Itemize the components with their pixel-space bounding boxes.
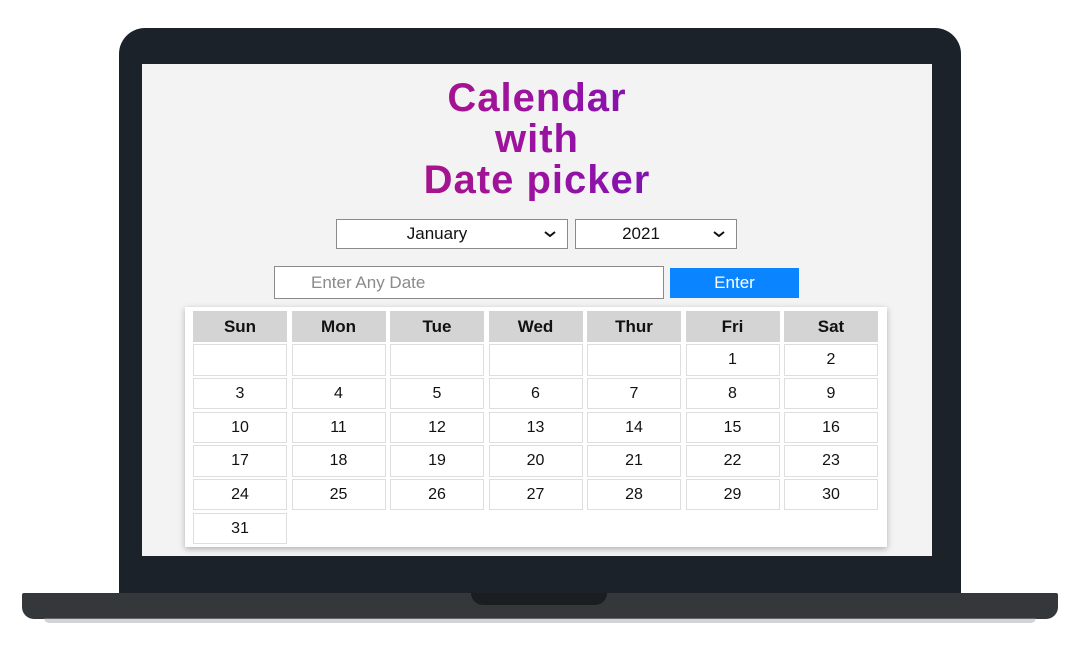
calendar-day-cell[interactable]: 17 (193, 445, 287, 477)
calendar-day-cell[interactable]: 13 (488, 411, 583, 444)
calendar-day-cell[interactable]: 7 (587, 377, 681, 410)
laptop-screen: Calendar with Date picker January 2021 E… (142, 64, 932, 556)
weekday-header: Mon (291, 311, 386, 342)
calendar-day-cell[interactable]: 16 (784, 411, 878, 444)
calendar-day-cell[interactable]: 14 (587, 411, 681, 444)
weekday-header: Tue (390, 311, 484, 342)
calendar-blank-cell (390, 344, 484, 376)
calendar-day-cell[interactable]: 15 (685, 411, 780, 444)
calendar-day-cell[interactable]: 21 (587, 445, 681, 477)
calendar-day-cell[interactable]: 22 (685, 445, 780, 477)
calendar-day-cell[interactable]: 20 (488, 445, 583, 477)
title-line-3: Date picker (423, 158, 651, 202)
chevron-down-icon (544, 231, 556, 238)
calendar-blank-cell (488, 344, 583, 376)
calendar-day-cell[interactable]: 11 (291, 411, 386, 444)
calendar-day-cell[interactable]: 12 (390, 411, 484, 444)
laptop-base-shadow (44, 618, 1036, 623)
calendar-grid: Sun Mon Tue Wed Thur Fri Sat 1 2 3 4 5 6 7 8 9 10… (193, 311, 878, 545)
calendar-card: Sun Mon Tue Wed Thur Fri Sat 1 2 3 4 5 6 7 8 9 10… (185, 307, 887, 547)
calendar-day-cell[interactable]: 8 (685, 377, 780, 410)
title-line-1: Calendar (447, 76, 627, 120)
calendar-day-cell[interactable]: 2 (784, 344, 878, 376)
calendar-blank-cell (193, 344, 287, 376)
calendar-day-cell[interactable]: 23 (784, 445, 878, 477)
calendar-day-cell[interactable]: 9 (784, 377, 878, 410)
weekday-header: Sun (193, 311, 287, 342)
month-select-value: January (406, 224, 468, 243)
year-select[interactable]: 2021 (575, 219, 737, 249)
page-title: Calendar with Date picker (142, 78, 932, 201)
title-line-2: with (495, 117, 579, 161)
chevron-down-icon (713, 231, 725, 238)
calendar-day-cell[interactable]: 24 (193, 478, 287, 511)
calendar-day-cell[interactable]: 29 (685, 478, 780, 511)
calendar-day-cell[interactable]: 4 (291, 377, 386, 410)
calendar-day-cell[interactable]: 1 (685, 344, 780, 376)
calendar-day-cell[interactable]: 28 (587, 478, 681, 511)
laptop-notch (471, 593, 607, 605)
calendar-day-cell[interactable]: 25 (291, 478, 386, 511)
calendar-day-cell[interactable]: 27 (488, 478, 583, 511)
calendar-blank-cell (291, 344, 386, 376)
weekday-header: Fri (685, 311, 780, 342)
calendar-day-cell[interactable]: 30 (784, 478, 878, 511)
month-select[interactable]: January (336, 219, 568, 249)
enter-button[interactable]: Enter (670, 268, 799, 298)
calendar-day-cell[interactable]: 6 (488, 377, 583, 410)
calendar-day-cell[interactable]: 3 (193, 377, 287, 410)
calendar-day-cell[interactable]: 18 (291, 445, 386, 477)
calendar-day-cell[interactable]: 26 (390, 478, 484, 511)
weekday-header: Wed (488, 311, 583, 342)
weekday-header: Thur (587, 311, 681, 342)
date-input[interactable] (274, 266, 664, 299)
calendar-blank-cell (587, 344, 681, 376)
weekday-header: Sat (784, 311, 878, 342)
calendar-day-cell[interactable]: 5 (390, 377, 484, 410)
calendar-day-cell[interactable]: 19 (390, 445, 484, 477)
calendar-day-cell[interactable]: 10 (193, 411, 287, 444)
calendar-day-cell[interactable]: 31 (193, 512, 287, 545)
